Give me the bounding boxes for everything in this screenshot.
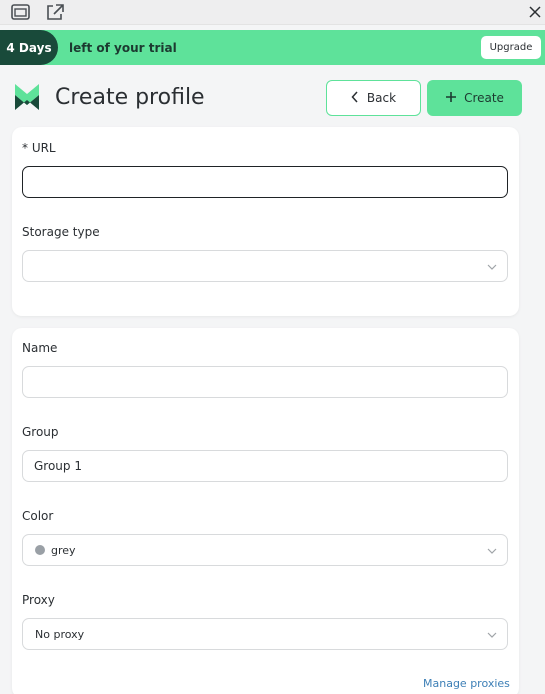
trial-banner: 4 Days left of your trial Upgrade xyxy=(0,30,545,65)
chevron-down-icon xyxy=(487,630,497,640)
color-value: grey xyxy=(51,543,76,557)
trial-days-badge: 4 Days xyxy=(0,30,58,65)
create-button-label: Create xyxy=(464,91,504,105)
chevron-down-icon xyxy=(487,546,497,556)
chevron-down-icon xyxy=(487,262,497,272)
name-input[interactable] xyxy=(22,366,508,398)
upgrade-button[interactable]: Upgrade xyxy=(481,36,541,59)
external-link-icon[interactable] xyxy=(44,2,66,22)
proxy-label: Proxy xyxy=(22,593,55,607)
app-logo-icon xyxy=(13,82,41,112)
group-input[interactable] xyxy=(22,450,508,482)
back-button[interactable]: Back xyxy=(326,80,421,116)
window-icon[interactable] xyxy=(10,2,32,22)
url-input[interactable] xyxy=(22,166,508,198)
manage-proxies-link[interactable]: Manage proxies xyxy=(423,677,510,690)
color-label: Color xyxy=(22,509,54,523)
group-label: Group xyxy=(22,425,59,439)
proxy-select[interactable]: No proxy xyxy=(22,618,508,650)
color-swatch xyxy=(35,545,45,555)
plus-icon xyxy=(445,91,457,106)
storage-card xyxy=(12,127,519,316)
storage-type-select[interactable] xyxy=(22,250,508,282)
proxy-value: No proxy xyxy=(35,627,85,641)
name-label: Name xyxy=(22,341,58,355)
page-title: Create profile xyxy=(55,84,205,110)
color-select[interactable]: grey xyxy=(22,534,508,566)
create-button[interactable]: Create xyxy=(427,80,522,116)
close-icon[interactable] xyxy=(524,2,542,22)
chevron-left-icon xyxy=(351,90,359,106)
trial-banner-text: left of your trial xyxy=(69,40,177,55)
url-label: * URL xyxy=(22,141,56,155)
storage-type-label: Storage type xyxy=(22,225,100,239)
window-title-bar xyxy=(0,0,545,25)
back-button-label: Back xyxy=(366,91,397,105)
